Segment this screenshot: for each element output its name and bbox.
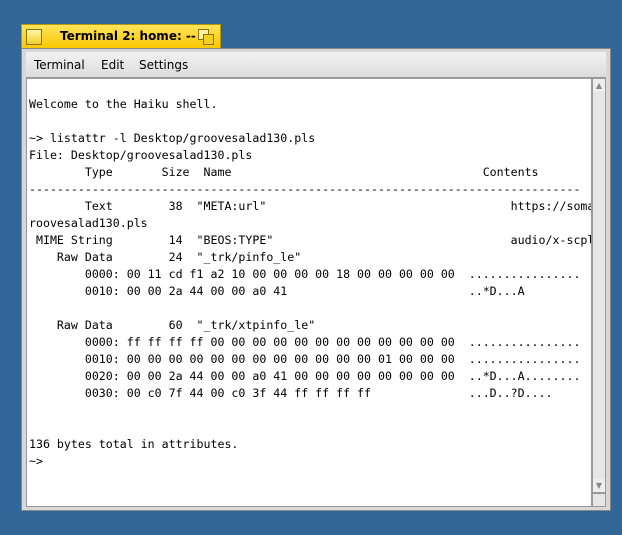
terminal-output[interactable]: Welcome to the Haiku shell. ~> listattr … xyxy=(29,79,592,470)
terminal-line: 136 bytes total in attributes. xyxy=(29,437,239,451)
arrow-down-icon[interactable]: ▼ xyxy=(593,479,605,492)
terminal-view[interactable]: Welcome to the Haiku shell. ~> listattr … xyxy=(26,78,592,507)
terminal-line: ~> listattr -l Desktop/groovesalad130.pl… xyxy=(29,131,316,145)
terminal-line: 0000: 00 11 cd f1 a2 10 00 00 00 00 18 0… xyxy=(29,267,581,281)
terminal-line: ----------------------------------------… xyxy=(29,182,581,196)
terminal-line: 0030: 00 c0 7f 44 00 c0 3f 44 ff ff ff f… xyxy=(29,386,553,400)
menu-settings[interactable]: Settings xyxy=(139,58,188,72)
terminal-line: File: Desktop/groovesalad130.pls xyxy=(29,148,253,162)
terminal-line: roovesalad130.pls xyxy=(29,216,148,230)
terminal-line: Type Size Name Contents xyxy=(29,165,539,179)
resize-grip-icon[interactable] xyxy=(592,493,606,507)
terminal-line: Welcome to the Haiku shell. xyxy=(29,97,218,111)
menu-terminal[interactable]: Terminal xyxy=(34,58,85,72)
terminal-line: Text 38 "META:url" https://somafm.com/g xyxy=(29,199,592,213)
terminal-window: Terminal Edit Settings Welcome to the Ha… xyxy=(21,48,611,511)
terminal-line: ~> xyxy=(29,454,43,468)
terminal-line: 0000: ff ff ff ff 00 00 00 00 00 00 00 0… xyxy=(29,335,581,349)
close-box-icon[interactable] xyxy=(26,29,42,45)
menu-edit[interactable]: Edit xyxy=(101,58,124,72)
terminal-line: 0020: 00 00 2a 44 00 00 a0 41 00 00 00 0… xyxy=(29,369,581,383)
menu-bar: Terminal Edit Settings xyxy=(26,52,606,78)
terminal-line: MIME String 14 "BEOS:TYPE" audio/x-scpls xyxy=(29,233,592,247)
window-title: Terminal 2: home: -- xyxy=(60,29,196,43)
vertical-scrollbar[interactable]: ▲ ▼ xyxy=(592,78,606,493)
terminal-line: Raw Data 60 "_trk/xtpinfo_le" xyxy=(29,318,316,332)
terminal-line: Raw Data 24 "_trk/pinfo_le" xyxy=(29,250,302,264)
terminal-line: 0010: 00 00 2a 44 00 00 a0 41 ..*D...A xyxy=(29,284,525,298)
arrow-up-icon[interactable]: ▲ xyxy=(593,79,605,92)
zoom-icon[interactable] xyxy=(198,29,214,45)
terminal-line: 0010: 00 00 00 00 00 00 00 00 00 00 00 0… xyxy=(29,352,581,366)
window-tab[interactable]: Terminal 2: home: -- xyxy=(21,24,221,48)
